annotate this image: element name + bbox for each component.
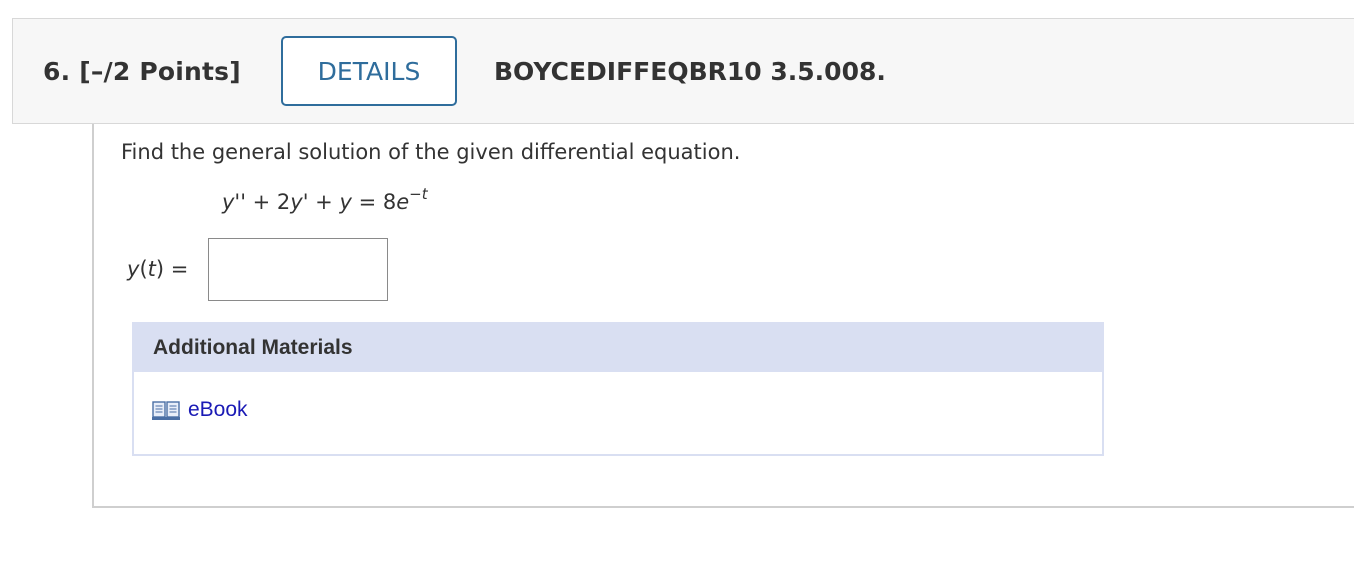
details-button[interactable]: DETAILS — [281, 36, 457, 106]
equation-exponent: −t — [409, 185, 427, 203]
problem-code: BOYCEDIFFEQBR10 3.5.008. — [494, 57, 886, 86]
equation-y-double-prime: y'' — [222, 190, 246, 214]
answer-label-close: ) = — [155, 257, 189, 281]
equation-equals-eight: = 8 — [351, 190, 397, 214]
equation-y: y — [339, 190, 352, 214]
differential-equation: y'' + 2y' + y = 8e−t — [222, 185, 428, 214]
equation-exponent-minus: − — [409, 185, 422, 203]
question-points-label: 6. [–/2 Points] — [43, 57, 241, 86]
question-prompt: Find the general solution of the given d… — [121, 140, 741, 164]
additional-materials-title: Additional Materials — [153, 336, 353, 359]
answer-label-open: ( — [139, 257, 148, 281]
ebook-label[interactable]: eBook — [188, 398, 248, 422]
book-icon — [152, 401, 180, 420]
answer-label: y(t) = — [127, 257, 188, 281]
ebook-link[interactable]: eBook — [152, 398, 248, 422]
equation-plus-two: + 2 — [245, 190, 291, 214]
equation-plus: + — [308, 190, 340, 214]
answer-label-func: y — [127, 257, 140, 281]
equation-exponent-var: t — [421, 185, 428, 203]
question-header: 6. [–/2 Points] DETAILS BOYCEDIFFEQBR10 … — [12, 18, 1354, 124]
answer-input[interactable] — [208, 238, 388, 301]
additional-materials-box: Additional Materials eBook — [132, 322, 1104, 456]
answer-label-var: t — [147, 257, 156, 281]
additional-materials-header: Additional Materials — [134, 324, 1102, 372]
equation-y-prime: y' — [290, 190, 309, 214]
equation-e: e — [396, 190, 410, 214]
